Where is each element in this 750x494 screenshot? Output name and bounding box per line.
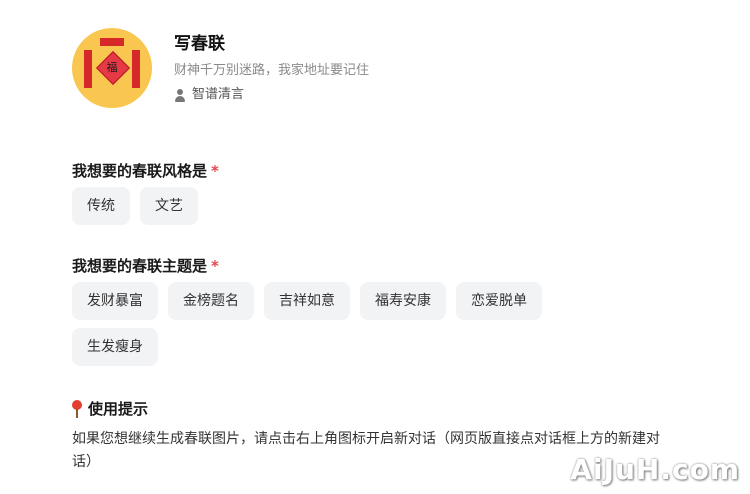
bot-avatar: 福 bbox=[72, 28, 152, 108]
theme-options: 发财暴富 金榜题名 吉祥如意 福寿安康 恋爱脱单生发瘦身 bbox=[72, 282, 572, 374]
required-mark: * bbox=[211, 257, 219, 275]
bot-author[interactable]: 智谱清言 bbox=[174, 86, 369, 104]
avatar-couplet-right bbox=[132, 50, 140, 88]
author-name: 智谱清言 bbox=[192, 87, 245, 102]
theme-option[interactable]: 发财暴富 bbox=[72, 282, 158, 320]
user-icon bbox=[174, 88, 186, 102]
style-option[interactable]: 传统 bbox=[72, 187, 130, 225]
theme-option[interactable]: 生发瘦身 bbox=[72, 328, 158, 366]
avatar-couplet-left bbox=[84, 50, 92, 88]
style-section-label: 我想要的春联风格是 * bbox=[72, 160, 219, 181]
tip-title: 使用提示 bbox=[72, 398, 148, 419]
watermark: AiJuH.com bbox=[570, 453, 740, 486]
bot-subtitle: 财神千万别迷路，我家地址要记住 bbox=[174, 63, 370, 78]
avatar-fu-char: 福 bbox=[106, 61, 118, 74]
theme-option[interactable]: 恋爱脱单 bbox=[456, 282, 542, 320]
tip-title-text: 使用提示 bbox=[88, 400, 149, 418]
theme-option[interactable]: 吉祥如意 bbox=[264, 282, 350, 320]
style-option[interactable]: 文艺 bbox=[140, 187, 198, 225]
style-options: 传统 文艺 bbox=[72, 187, 592, 233]
theme-option[interactable]: 金榜题名 bbox=[168, 282, 254, 320]
avatar-couplet-top bbox=[100, 38, 124, 46]
style-label-text: 我想要的春联风格是 bbox=[72, 162, 208, 180]
bot-title: 写春联 bbox=[174, 34, 225, 54]
required-mark: * bbox=[211, 162, 219, 180]
theme-section-label: 我想要的春联主题是 * bbox=[72, 255, 219, 276]
theme-option[interactable]: 福寿安康 bbox=[360, 282, 446, 320]
bot-meta: 写春联 财神千万别迷路，我家地址要记住 智谱清言 bbox=[174, 28, 369, 108]
theme-label-text: 我想要的春联主题是 bbox=[72, 257, 208, 275]
pin-icon bbox=[72, 399, 82, 418]
bot-header: 福 写春联 财神千万别迷路，我家地址要记住 智谱清言 bbox=[72, 28, 369, 108]
